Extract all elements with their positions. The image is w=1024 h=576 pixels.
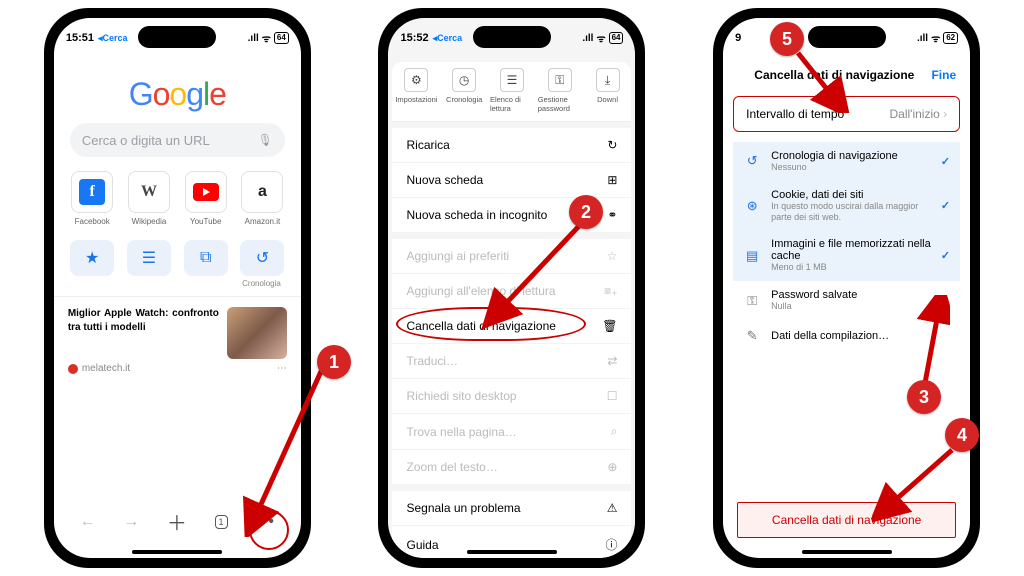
battery-icon: 64	[274, 32, 289, 44]
check-icon: ✓	[941, 249, 950, 262]
menu-desktop: Richiedi sito desktop☐	[392, 379, 631, 414]
plus-box-icon: ⊞	[607, 173, 617, 187]
interval-value: Dall'inizio	[889, 107, 939, 121]
news-card[interactable]: Miglior Apple Watch: confronto tra tutti…	[68, 307, 287, 359]
menu-downloads[interactable]: ⤓Downl	[586, 68, 630, 113]
clock-icon: ◷	[452, 68, 476, 92]
menu-passwords[interactable]: ⚿Gestione password	[538, 68, 582, 113]
dynamic-island	[138, 26, 216, 48]
translate-icon: ⇄	[607, 354, 617, 368]
autofill-icon: ✎	[743, 328, 761, 344]
readlist-icon: ≡₊	[604, 284, 617, 298]
tabs-icon[interactable]: 1	[215, 515, 228, 529]
zoom-icon: ⊕	[607, 460, 617, 474]
menu-readlist: Aggiungi all'elenco di lettura≡₊	[392, 274, 631, 309]
menu-report[interactable]: Segnala un problema⚠	[392, 491, 631, 526]
menu-settings[interactable]: ⚙Impostazioni	[394, 68, 438, 113]
download-icon: ⤓	[596, 68, 620, 92]
opt-history[interactable]: ↺ Cronologia di navigazioneNessuno ✓	[733, 142, 960, 181]
history-icon: ↺	[743, 153, 761, 169]
done-button[interactable]: Fine	[931, 68, 956, 82]
menu-clear-data[interactable]: Cancella dati di navigazione🗑	[392, 309, 631, 344]
shortcut-facebook[interactable]: fFacebook	[68, 171, 116, 226]
help-icon: ⓘ	[605, 536, 617, 553]
cookie-icon: ⊛	[743, 198, 761, 214]
opt-autofill[interactable]: ✎ Dati della compilazion…	[733, 320, 960, 352]
annotation-circle	[249, 510, 289, 550]
desktop-icon: ☐	[607, 389, 618, 403]
opt-cookies[interactable]: ⊛ Cookie, dati dei sitiIn questo modo us…	[733, 181, 960, 231]
menu-reload[interactable]: Ricarica↻	[392, 128, 631, 163]
list-icon: ☰	[500, 68, 524, 92]
image-icon: ▤	[743, 248, 761, 264]
trash-icon: 🗑	[602, 319, 617, 333]
bookmarks-icon[interactable]: ★	[70, 240, 114, 276]
phone-clear-data: 9 .ıllᯤ62 Cancella dati di navigazione F…	[713, 8, 980, 568]
key-icon: ⚿	[548, 68, 572, 92]
menu-history[interactable]: ◷Cronologia	[442, 68, 486, 113]
menu-new-tab[interactable]: Nuova scheda⊞	[392, 163, 631, 198]
history-icon[interactable]: ↺	[240, 240, 284, 276]
annotation-badge-4: 4	[945, 418, 979, 452]
menu-find: Trova nella pagina…⌕	[392, 414, 631, 450]
clear-data-button[interactable]: Cancella dati di navigazione	[737, 502, 956, 538]
gear-icon: ⚙	[404, 68, 428, 92]
annotation-badge-5: 5	[770, 22, 804, 56]
annotation-badge-1: 1	[317, 345, 351, 379]
shortcut-amazon[interactable]: aAmazon.it	[238, 171, 286, 226]
annotation-oval	[396, 307, 586, 341]
check-icon: ✓	[941, 155, 950, 168]
annotation-badge-3: 3	[907, 380, 941, 414]
phone-home: 15:51◂Cerca .ıllᯤ64 Google Cerca o digit…	[44, 8, 311, 568]
cronologia-label: Cronologia	[54, 279, 301, 288]
annotation-badge-2: 2	[569, 195, 603, 229]
opt-cache[interactable]: ▤ Immagini e file memorizzati nella cach…	[733, 230, 960, 281]
menu-zoom: Zoom del testo…⊕	[392, 450, 631, 485]
sheet-title: Cancella dati di navigazione	[754, 68, 914, 82]
incognito-icon: ⚭	[607, 208, 617, 222]
shortcut-youtube[interactable]: YouTube	[182, 171, 230, 226]
interval-label: Intervallo di tempo	[746, 107, 844, 121]
recent-tabs-icon[interactable]: ⧉	[184, 240, 228, 276]
back-label[interactable]: ◂Cerca	[98, 33, 128, 44]
menu-fav: Aggiungi ai preferiti☆	[392, 239, 631, 274]
key-icon: ⚿	[743, 293, 761, 309]
reload-icon: ↻	[607, 138, 617, 152]
readinglist-icon[interactable]: ☰	[127, 240, 171, 276]
news-image	[227, 307, 287, 359]
new-tab-icon[interactable]: ＋	[167, 507, 187, 536]
nav-forward-icon[interactable]: →	[123, 513, 139, 531]
star-icon: ☆	[607, 249, 618, 263]
shortcut-wikipedia[interactable]: WWikipedia	[125, 171, 173, 226]
interval-group[interactable]: Intervallo di tempo Dall'inizio ›	[733, 96, 960, 132]
menu-translate: Traduci…⇄	[392, 344, 631, 379]
google-logo: Google	[54, 76, 301, 113]
opt-passwords[interactable]: ⚿ Password salvateNulla	[733, 281, 960, 320]
chevron-right-icon: ›	[943, 107, 947, 121]
search-icon: ⌕	[611, 424, 618, 439]
warning-icon: ⚠	[607, 501, 618, 515]
nav-back-icon[interactable]: ←	[80, 513, 96, 531]
voice-icon[interactable]: 🎙	[258, 133, 273, 147]
search-input[interactable]: Cerca o digita un URL 🎙	[70, 123, 285, 157]
menu-readinglist[interactable]: ☰Elenco di lettura	[490, 68, 534, 113]
check-icon: ✓	[941, 199, 950, 212]
phone-menu: 15:52◂Cerca .ıllᯤ64 ⚙Impostazioni ◷Crono…	[378, 8, 645, 568]
